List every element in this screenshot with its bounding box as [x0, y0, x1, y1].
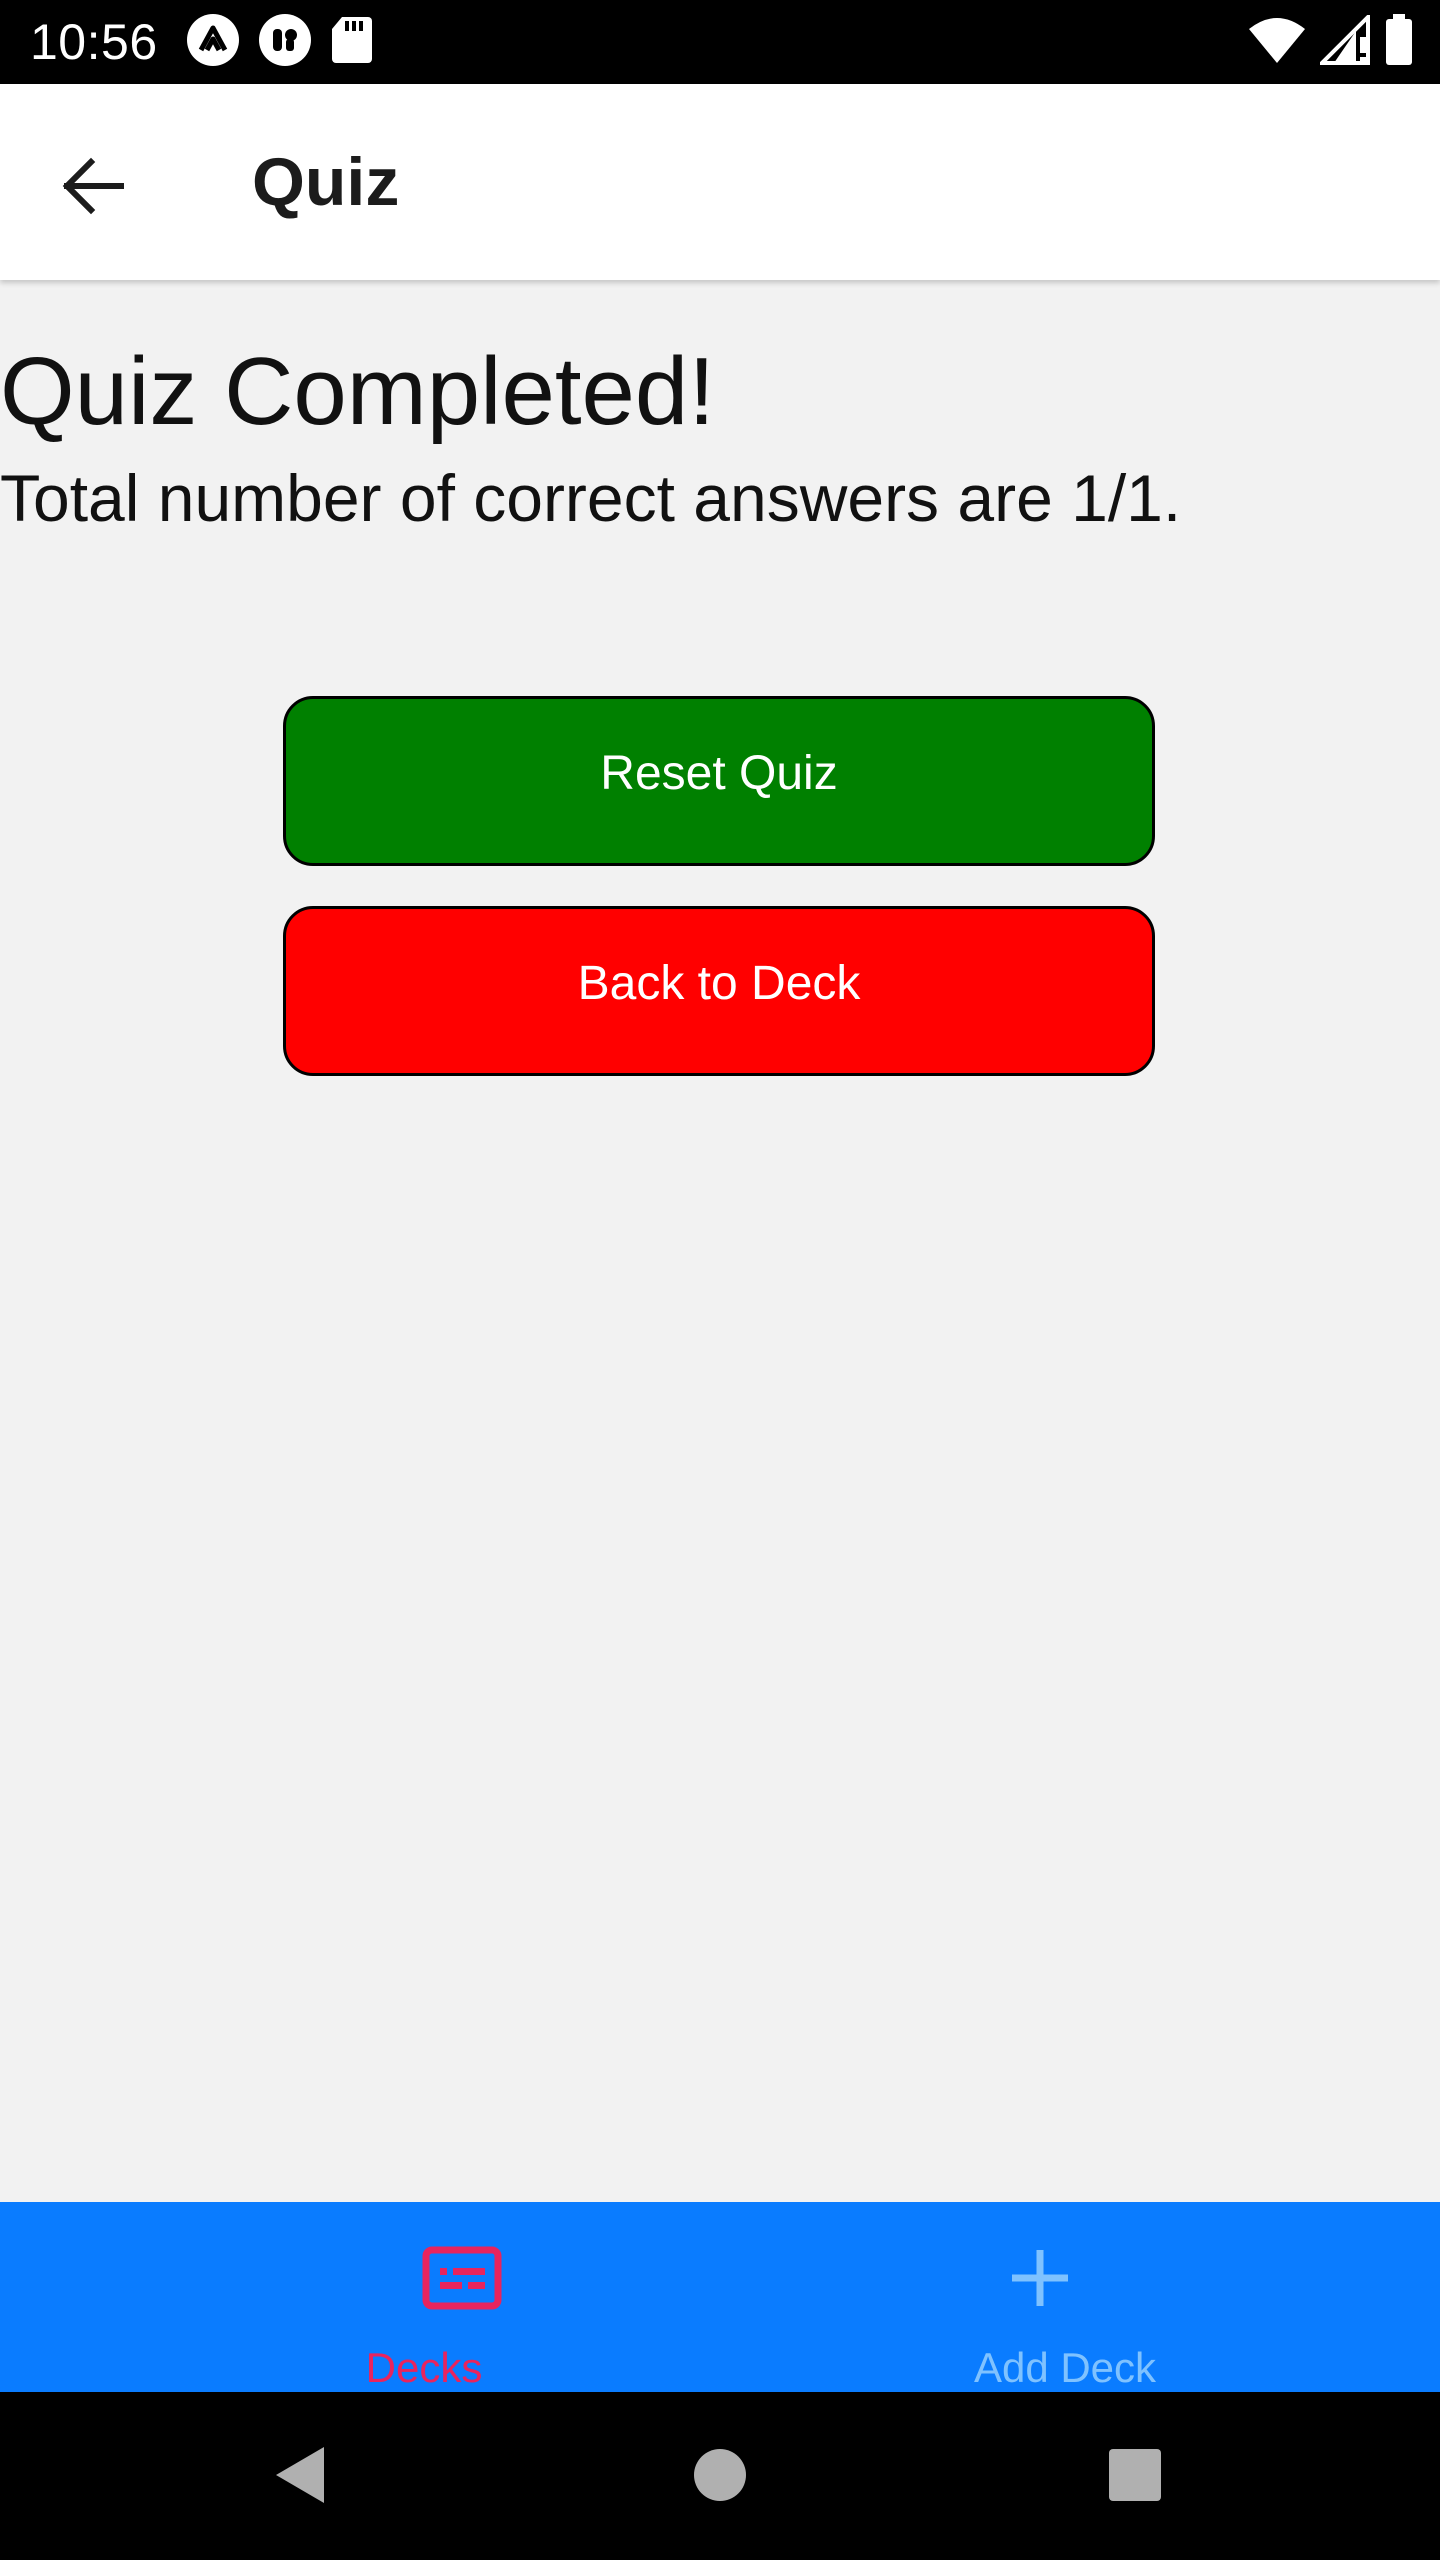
circle-home-icon: [692, 2447, 748, 2508]
nav-recents-button[interactable]: [1100, 2442, 1170, 2512]
nav-back-button[interactable]: [265, 2442, 335, 2512]
triangle-back-icon: [270, 2443, 330, 2512]
sd-card-icon: [330, 15, 374, 70]
completion-heading: Quiz Completed!: [0, 338, 715, 445]
battery-icon: [1384, 13, 1414, 71]
notification-icon: [258, 13, 312, 72]
arrow-left-icon: [59, 156, 125, 221]
plus-icon: [1000, 2246, 1080, 2310]
result-text: Total number of correct answers are 1/1.: [0, 461, 1182, 535]
bottom-tab-bar: Decks Add Deck: [0, 2202, 1440, 2392]
tab-label-add-deck: Add Deck: [973, 2344, 1157, 2391]
tab-decks[interactable]: Decks: [0, 2202, 720, 2392]
expo-icon: [186, 13, 240, 72]
page-title: Quiz: [252, 144, 400, 220]
nav-home-button[interactable]: [685, 2442, 755, 2512]
app-bar: Quiz: [0, 84, 1440, 280]
wifi-icon: [1248, 15, 1306, 70]
status-icons-right: [1248, 11, 1414, 71]
screen: 10:56 Quiz Quiz Completed! Total number …: [0, 0, 1440, 2560]
back-to-deck-button[interactable]: Back to Deck: [283, 906, 1155, 1076]
reset-quiz-button[interactable]: Reset Quiz: [283, 696, 1155, 866]
status-icons-left: [186, 13, 374, 72]
square-recents-icon: [1107, 2447, 1163, 2508]
status-time: 10:56: [30, 14, 158, 70]
signal-icon: [1317, 11, 1370, 70]
status-bar: 10:56: [0, 0, 1440, 84]
tab-add-deck[interactable]: Add Deck: [720, 2202, 1440, 2392]
system-nav-bar: [0, 2392, 1440, 2560]
cards-icon: [422, 2246, 502, 2310]
back-button[interactable]: [40, 136, 144, 240]
